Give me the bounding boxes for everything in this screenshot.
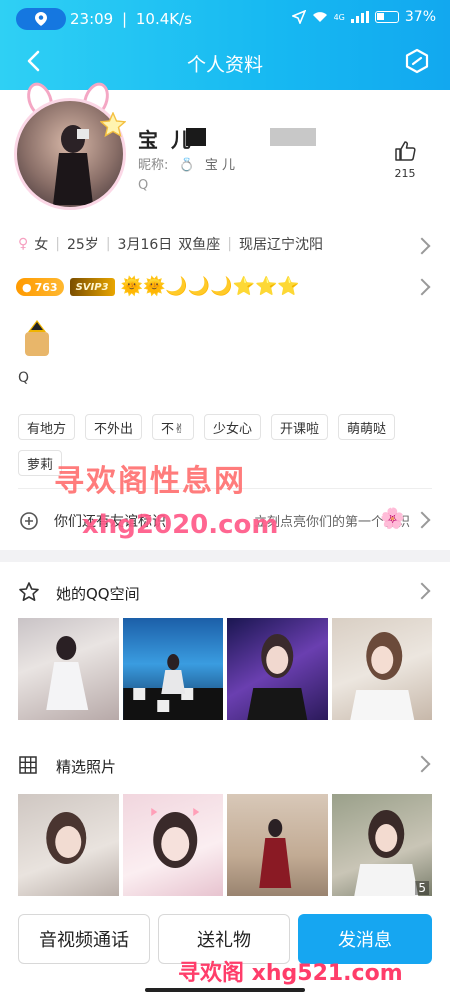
tag-item[interactable]: 有地方 [18,414,76,440]
name-redaction-2 [270,128,316,146]
flower-icon: 🌸 [380,506,405,530]
photos-section-header[interactable]: 精选照片 [18,753,432,779]
qzone-title: 她的QQ空间 [56,585,140,603]
qq-letter: Q [138,178,149,193]
qzone-photo[interactable] [331,618,432,720]
wifi-icon [312,12,327,22]
header-bar: 23:09 | 10.4K/s 4G 37% 个人资料 [0,0,450,90]
watermark-middle: xhg2020.com [82,510,279,540]
home-indicator[interactable] [145,988,305,992]
like-count: 215 [394,167,416,180]
chevron-right-icon[interactable] [413,278,431,296]
name-redaction [186,128,206,146]
selected-photo[interactable] [227,794,328,896]
star-decoration-icon [100,112,126,138]
tag-item[interactable]: 萌萌哒 [337,414,395,440]
settings-cube-icon[interactable] [402,46,432,76]
birthday: 3月16日 [117,237,173,253]
gender: 女 [34,237,49,253]
network-type: 4G [333,12,345,22]
thumbs-up-icon [395,141,416,161]
watermark-bottom: 寻欢阁 xhg521.com [178,961,403,986]
photo-count: 5 [415,881,429,895]
tag-item[interactable]: 不外出 [85,414,143,440]
badges-row[interactable]: ● 763 SVIP3 🌞🌞🌙🌙🌙⭐⭐⭐ [16,276,416,298]
qzone-photo[interactable] [122,618,223,720]
basic-info-row[interactable]: ♀ 女 | 25岁 | 3月16日 双鱼座 | 现居辽宁沈阳 [18,234,438,254]
status-time: 23:09 [70,10,114,28]
battery-percent: 37% [404,9,436,25]
age: 25岁 [66,237,99,253]
tag-item[interactable]: 不✌ [152,414,194,440]
qq-level-icons: 🌞🌞🌙🌙🌙⭐⭐⭐ [120,276,300,297]
points-badge: ● 763 [16,278,64,296]
qzone-photos [18,618,432,720]
qzone-section-header[interactable]: 她的QQ空间 [18,580,432,606]
qq-letter-secondary: Q [18,370,30,386]
gps-arrow-icon [291,10,306,24]
selected-photo[interactable]: 5 [331,794,432,896]
battery-icon [374,11,399,23]
coin-icon: ● [22,280,32,294]
tag-item[interactable]: 开课啦 [270,414,328,440]
qzone-photo[interactable] [18,618,119,720]
selected-photo[interactable] [18,794,119,896]
selected-photos: 5 [18,794,432,896]
signal-icon [350,11,369,23]
photos-title: 精选照片 [56,758,117,776]
svip-badge: SVIP3 [69,278,115,296]
points-value: 763 [34,280,58,294]
friend-mark-icon [20,512,38,530]
like-button[interactable]: 215 [390,140,420,180]
zodiac: 双鱼座 [178,237,221,253]
selected-photo[interactable] [122,794,223,896]
grid-icon [19,756,37,774]
star-outline-icon [19,582,39,601]
video-call-button[interactable]: 音视频通话 [18,914,150,964]
pendant-decoration-icon [25,320,49,356]
location-icon [35,12,47,26]
page-title: 个人资料 [186,54,263,76]
avatar[interactable] [14,78,126,210]
profile-card: 宝 儿 昵称: 💍 宝 儿 Q 215 [0,78,450,220]
ring-icon: 💍 [178,158,195,173]
status-bar: 23:09 | 10.4K/s 4G 37% [0,0,450,38]
status-speed: 10.4K/s [135,10,192,28]
qzone-photo[interactable] [227,618,328,720]
nickname-label: 昵称: [138,158,169,173]
section-separator [0,550,450,562]
tag-item[interactable]: 少女心 [203,414,261,440]
female-icon: ♀ [18,236,29,252]
nickname-value: 宝 儿 [204,158,235,173]
location: 现居辽宁沈阳 [238,237,323,253]
location-pill [16,8,66,30]
watermark-top: 寻欢阁性息网 [54,464,246,499]
